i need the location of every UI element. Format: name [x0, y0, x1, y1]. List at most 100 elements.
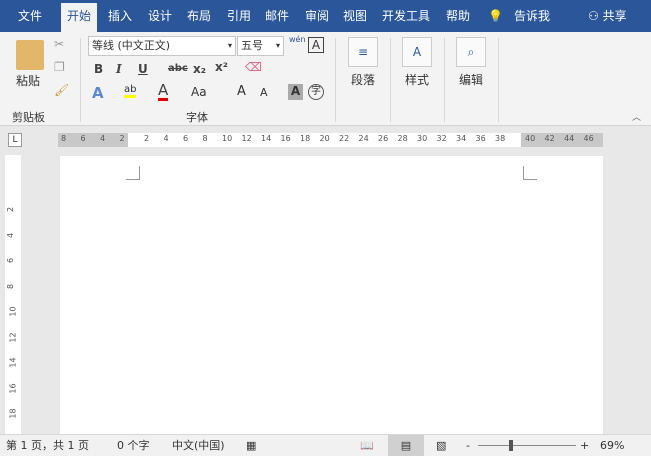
- grow-font-button[interactable]: A: [237, 84, 246, 99]
- change-case-button[interactable]: Aa: [191, 85, 207, 99]
- page-count[interactable]: 第 1 页，共 1 页: [6, 435, 89, 456]
- zoom-level[interactable]: 69%: [600, 435, 624, 456]
- ruler-number: 46: [583, 134, 594, 143]
- ribbon: 粘贴 ✂ ❐ 🖌 剪贴板 等线 (中文正文) ▾ 五号 ▾ wén A B I U …: [0, 32, 651, 126]
- print-layout-icon[interactable]: ▤: [388, 435, 424, 456]
- ruler-number: 12: [8, 331, 18, 343]
- share-label: 共享: [602, 9, 627, 23]
- styles-icon[interactable]: A: [402, 37, 432, 67]
- ruler-number: 8: [61, 134, 67, 143]
- tab-file[interactable]: 文件: [12, 0, 48, 32]
- editing-button[interactable]: 编辑: [459, 71, 483, 88]
- tab-mailings[interactable]: 邮件: [259, 0, 295, 32]
- font-name-select[interactable]: 等线 (中文正文) ▾: [88, 36, 236, 56]
- phonetic-guide-button[interactable]: wén: [289, 35, 306, 44]
- ribbon-tabs: 文件 开始 插入 设计 布局 引用 邮件 审阅 视图 开发工具 帮助 💡 告诉我…: [0, 0, 651, 32]
- read-mode-icon[interactable]: 📖: [360, 435, 374, 456]
- share-button[interactable]: ⚇ 共享: [582, 0, 633, 32]
- highlight-button[interactable]: ab: [124, 84, 137, 98]
- ruler-number: 20: [319, 134, 330, 143]
- ruler-number: 6: [6, 257, 16, 264]
- ruler-number: 4: [100, 134, 106, 143]
- clear-format-icon[interactable]: ⌫: [245, 60, 262, 74]
- underline-button[interactable]: U: [138, 62, 148, 76]
- strikethrough-button[interactable]: abc: [168, 63, 188, 74]
- ruler-number: 28: [397, 134, 408, 143]
- tab-review[interactable]: 审阅: [299, 0, 335, 32]
- ruler-number: 18: [8, 408, 18, 419]
- tab-layout[interactable]: 布局: [181, 0, 217, 32]
- ruler-number: 32: [436, 134, 447, 143]
- superscript-button[interactable]: x²: [215, 60, 228, 74]
- ruler-number: 2: [6, 206, 16, 213]
- ruler-number: 22: [339, 134, 350, 143]
- shrink-font-button[interactable]: A: [260, 86, 268, 99]
- ruler-number: 42: [544, 134, 555, 143]
- ruler-number: 6: [80, 134, 86, 143]
- ruler-number: 24: [358, 134, 369, 143]
- copy-icon[interactable]: ❐: [54, 60, 65, 74]
- ruler-number: 4: [163, 134, 169, 143]
- document-page[interactable]: [60, 156, 603, 434]
- tell-me[interactable]: 告诉我: [508, 0, 556, 32]
- subscript-button[interactable]: x₂: [193, 62, 206, 76]
- search-icon[interactable]: ⌕: [456, 37, 486, 67]
- status-bar: 第 1 页，共 1 页 0 个字 中文(中国) ▦ 📖 ▤ ▧ - + 69%: [0, 434, 651, 456]
- ruler-number: 14: [8, 357, 18, 368]
- ruler-number: 16: [280, 134, 291, 143]
- ruler-number: 10: [8, 306, 18, 317]
- bold-button[interactable]: B: [94, 62, 103, 76]
- paragraph-icon[interactable]: ≡: [348, 37, 378, 67]
- char-border-button[interactable]: A: [308, 37, 324, 53]
- web-layout-icon[interactable]: ▧: [436, 435, 446, 456]
- collapse-ribbon-icon[interactable]: ︿: [632, 110, 641, 123]
- vertical-ruler[interactable]: 2 4 6 8 10 12 14 16 18: [5, 155, 21, 434]
- zoom-in-button[interactable]: +: [580, 435, 589, 456]
- tab-help[interactable]: 帮助: [440, 0, 476, 32]
- tab-insert[interactable]: 插入: [102, 0, 138, 32]
- ruler-number: 30: [417, 134, 428, 143]
- paste-icon[interactable]: [16, 40, 44, 70]
- macro-icon[interactable]: ▦: [246, 435, 256, 456]
- zoom-out-button[interactable]: -: [466, 435, 470, 456]
- ruler-number: 8: [6, 283, 16, 289]
- ruler-number: 18: [300, 134, 311, 143]
- ruler-number: 6: [183, 134, 189, 143]
- paragraph-button[interactable]: 段落: [351, 71, 375, 88]
- tab-developer[interactable]: 开发工具: [376, 0, 436, 32]
- ruler-number: 40: [525, 134, 536, 143]
- ruler-number: 44: [564, 134, 575, 143]
- ruler-number: 26: [378, 134, 389, 143]
- ruler-bar[interactable]: 8 6 4 2 2 4 6 8 10 12 14 16 18 20 22 24 26 28 30 32 34 36 38 40…: [58, 133, 603, 147]
- styles-button[interactable]: 样式: [405, 71, 429, 88]
- ruler-number: 14: [261, 134, 272, 143]
- horizontal-ruler: L 8 6 4 2 2 4 6 8 10 12 14 16 18 20 22 24 26 28 30 32 34 36 38…: [0, 127, 651, 152]
- ruler-number: 36: [475, 134, 486, 143]
- cut-icon[interactable]: ✂: [54, 37, 64, 51]
- language[interactable]: 中文(中国): [172, 435, 225, 456]
- text-effects-button[interactable]: A: [92, 84, 104, 102]
- word-count[interactable]: 0 个字: [117, 435, 150, 456]
- ruler-number: 10: [222, 134, 233, 143]
- paste-button[interactable]: 粘贴: [16, 72, 40, 89]
- person-icon: ⚇: [588, 9, 599, 23]
- italic-button[interactable]: I: [116, 62, 122, 76]
- tab-selector[interactable]: L: [8, 133, 22, 147]
- tab-design[interactable]: 设计: [142, 0, 178, 32]
- font-color-button[interactable]: A: [158, 82, 169, 101]
- format-painter-icon[interactable]: 🖌: [54, 83, 69, 97]
- ruler-number: 2: [144, 134, 150, 143]
- char-shading-button[interactable]: A: [288, 84, 303, 100]
- ruler-number: 16: [8, 382, 18, 394]
- ruler-number: 34: [456, 134, 467, 143]
- zoom-slider-thumb[interactable]: [509, 440, 513, 451]
- ruler-number: 4: [6, 232, 16, 238]
- tab-home[interactable]: 开始: [61, 3, 98, 32]
- ruler-number: 2: [119, 134, 125, 143]
- enclose-char-button[interactable]: 字: [308, 84, 324, 100]
- zoom-slider[interactable]: [478, 445, 576, 446]
- tab-view[interactable]: 视图: [337, 0, 373, 32]
- lightbulb-icon[interactable]: 💡: [482, 0, 509, 32]
- font-size-select[interactable]: 五号 ▾: [237, 36, 284, 56]
- tab-references[interactable]: 引用: [221, 0, 257, 32]
